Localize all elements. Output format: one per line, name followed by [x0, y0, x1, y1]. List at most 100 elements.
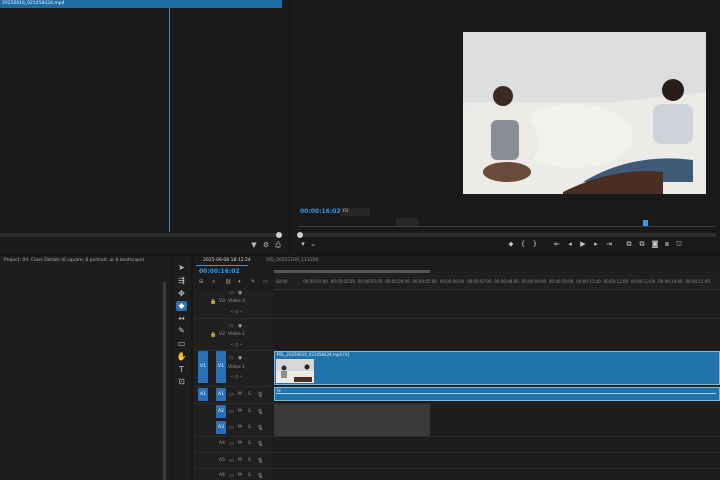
program-scrollbar[interactable] — [298, 233, 716, 237]
add-marker-icon[interactable]: ▾ — [238, 279, 241, 285]
solo-button[interactable]: S — [248, 409, 251, 414]
keyframe-nav-icon[interactable]: ‹ ◇ › — [231, 374, 242, 380]
sync-lock-icon[interactable]: ▭ — [229, 458, 234, 464]
mute-button[interactable]: M — [238, 473, 242, 478]
mute-button[interactable]: M — [238, 392, 242, 397]
settings-icon[interactable]: ⌄ — [308, 240, 318, 249]
voiceover-mic-icon[interactable]: 🎙 — [257, 441, 263, 447]
mark-out-icon[interactable]: } — [530, 240, 540, 249]
rectangle-tool-icon[interactable]: ▭ — [176, 339, 187, 349]
slip-tool-icon[interactable]: ↔ — [176, 314, 187, 324]
ruler-tick: 00:00:11:00 — [576, 279, 601, 284]
razor-tool-icon[interactable]: ◆ — [176, 301, 187, 311]
voiceover-mic-icon[interactable]: 🎙 — [257, 425, 263, 431]
insert-icon[interactable]: ⧉ — [624, 240, 634, 249]
sync-lock-icon[interactable]: ▭ — [229, 441, 234, 447]
nest-icon[interactable]: ⊞ — [199, 279, 203, 285]
source-patch-a1[interactable]: A1 — [198, 388, 208, 401]
toggle-sync-lock-icon[interactable]: ▭ — [229, 290, 234, 296]
toggle-sync-lock-icon[interactable]: ▭ — [229, 355, 234, 361]
track-select-tool-icon[interactable]: ⇶ — [176, 276, 187, 286]
step-back-icon[interactable]: ◂ — [565, 240, 575, 249]
source-scrollbar[interactable] — [0, 233, 282, 237]
program-time-ruler[interactable] — [298, 221, 716, 227]
track-label-a6: A6 — [219, 473, 225, 478]
work-area-bar[interactable] — [274, 270, 430, 273]
mute-button[interactable]: M — [238, 441, 242, 446]
track-divider — [193, 436, 720, 437]
hand-tool-icon[interactable]: ✋ — [176, 352, 187, 362]
marker-icon[interactable]: ▾ — [298, 240, 308, 249]
sync-lock-icon[interactable]: ▭ — [229, 392, 234, 398]
ripple-edit-tool-icon[interactable]: ✥ — [176, 289, 187, 299]
toggle-output-icon[interactable]: ◉ — [238, 355, 242, 361]
pen-tool-icon[interactable]: ✎ — [176, 326, 187, 336]
lock-icon[interactable]: 🔒 — [210, 332, 216, 338]
lock-icon[interactable]: 🔒 — [210, 299, 216, 305]
ruler-tick: 00:00 — [276, 279, 288, 284]
solo-button[interactable]: S — [248, 473, 251, 478]
settings-icon[interactable]: ⚙ — [262, 241, 270, 249]
sync-lock-icon[interactable]: ▭ — [229, 425, 234, 431]
add-marker-icon[interactable]: ⬥ — [506, 240, 516, 249]
sync-lock-icon[interactable]: ▭ — [229, 473, 234, 479]
share-icon[interactable]: ⎋ — [674, 240, 684, 249]
ruler-tick: 00:00:15:00 — [685, 279, 710, 284]
ruler-tick: 00:00:04:00 — [385, 279, 410, 284]
type-tool-icon[interactable]: T — [176, 365, 187, 375]
toggle-output-icon[interactable]: ◉ — [238, 323, 242, 329]
mute-button[interactable]: M — [238, 458, 242, 463]
linked-selection-icon[interactable]: ⛓ — [225, 279, 231, 285]
voiceover-mic-icon[interactable]: 🎙 — [257, 458, 263, 464]
toggle-output-icon[interactable]: ◉ — [238, 290, 242, 296]
selection-tool-icon[interactable]: ➤ — [176, 263, 187, 273]
wrench-icon[interactable]: ✎ — [251, 279, 255, 285]
program-timecode[interactable]: 00:00:16:02 — [300, 208, 341, 215]
solo-button[interactable]: S — [248, 441, 251, 446]
video-frame-image — [463, 32, 706, 194]
ruler-tick: 00:00:13:00 — [630, 279, 656, 284]
zoom-select[interactable]: Fit — [340, 208, 370, 216]
solo-button[interactable]: S — [248, 425, 251, 430]
sync-lock-icon[interactable]: ▭ — [229, 409, 234, 415]
track-target-a1[interactable]: A1 — [216, 388, 226, 401]
timeline-timecode[interactable]: 00:00:16:02 — [199, 268, 240, 275]
audio-clip[interactable] — [274, 387, 720, 401]
source-playhead[interactable] — [169, 8, 170, 232]
source-patch-v1[interactable]: V1 — [198, 351, 208, 383]
track-name-video-2: Video 2 — [228, 332, 245, 337]
voiceover-mic-icon[interactable]: 🎙 — [257, 392, 263, 398]
voiceover-mic-icon[interactable]: 🎙 — [257, 409, 263, 415]
track-target-v1[interactable]: V1 — [216, 351, 226, 383]
timeline-tab-active[interactable]: 2025-06-08 18:12:24 — [203, 258, 251, 263]
mute-button[interactable]: M — [238, 409, 242, 414]
source-scroll-handle[interactable] — [276, 232, 282, 238]
toggle-sync-lock-icon[interactable]: ▭ — [229, 323, 234, 329]
caption-tool-icon[interactable]: ⊡ — [176, 377, 187, 387]
export-icon[interactable]: ⎙ — [274, 241, 282, 249]
go-to-out-icon[interactable]: ⇥ — [604, 240, 614, 249]
track-target-a2[interactable]: A2 — [216, 405, 226, 418]
voiceover-mic-icon[interactable]: 🎙 — [257, 473, 263, 479]
program-playhead[interactable] — [643, 220, 648, 226]
keyframe-nav-icon[interactable]: ‹ ◇ › — [231, 309, 242, 315]
filter-icon[interactable]: ▼ — [250, 241, 258, 249]
timeline-tab-other[interactable]: VID_20251109_112200 — [266, 258, 318, 263]
captions-icon[interactable]: ▭ — [263, 279, 268, 285]
solo-button[interactable]: S — [248, 458, 251, 463]
keyframe-nav-icon[interactable]: ‹ ◇ › — [231, 342, 242, 348]
program-video-frame[interactable] — [463, 32, 706, 194]
compare-icon[interactable]: ⧈ — [662, 240, 672, 249]
mark-in-icon[interactable]: { — [518, 240, 528, 249]
track-target-a3[interactable]: A3 — [216, 421, 226, 434]
overwrite-icon[interactable]: ⧉ — [637, 240, 647, 249]
step-forward-icon[interactable]: ▸ — [591, 240, 601, 249]
snap-icon[interactable]: ∩ — [212, 279, 216, 285]
camera-icon[interactable]: ◙ — [650, 240, 660, 249]
project-scrollbar[interactable] — [163, 282, 166, 480]
go-to-in-icon[interactable]: ⇤ — [552, 240, 562, 249]
program-scroll-handle[interactable] — [297, 232, 303, 238]
play-icon[interactable]: ▶ — [578, 240, 588, 249]
solo-button[interactable]: S — [248, 392, 251, 397]
mute-button[interactable]: M — [238, 425, 242, 430]
